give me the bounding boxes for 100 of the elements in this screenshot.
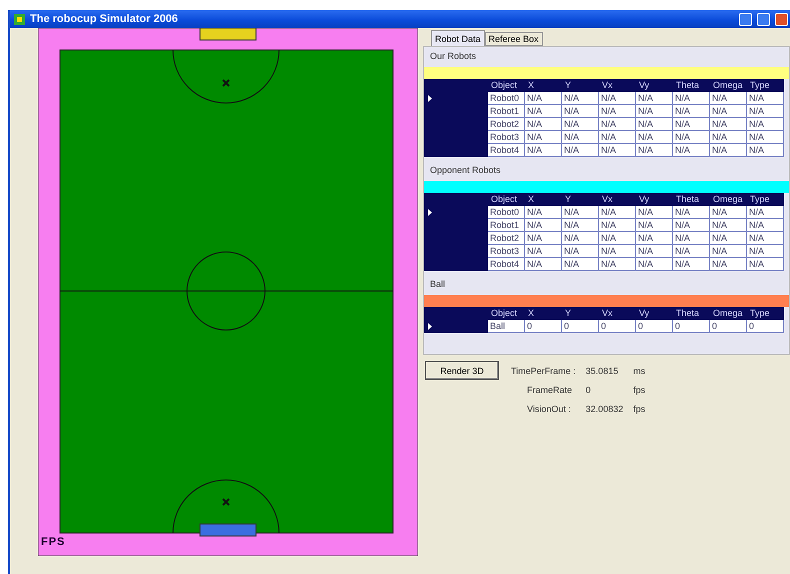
table-cell: Robot3: [488, 245, 525, 258]
tab[interactable]: Referee Box: [484, 32, 543, 46]
column-header: Type: [748, 307, 770, 320]
table-cell: N/A: [524, 206, 562, 219]
table-cell: N/A: [598, 144, 636, 157]
column-header: Object: [490, 193, 518, 206]
table-cell: N/A: [524, 118, 562, 131]
column-header: Theta: [674, 79, 700, 92]
column-header: Vx: [600, 307, 614, 320]
table-cell: N/A: [598, 118, 636, 131]
table-cell: 0: [524, 320, 562, 333]
column-header: X: [526, 193, 535, 206]
table-cell: N/A: [710, 92, 747, 105]
table-cell: N/A: [636, 92, 673, 105]
table-cell: N/A: [598, 206, 636, 219]
column-header: X: [526, 79, 535, 92]
table-cell: N/A: [598, 258, 636, 271]
column-header: Y: [564, 307, 572, 320]
table-cell: N/A: [598, 219, 636, 232]
table-cell: N/A: [672, 92, 710, 105]
table-cell: Robot0: [488, 92, 525, 105]
table-cell: N/A: [672, 144, 710, 157]
table-cell: N/A: [598, 232, 636, 245]
table-cell: Robot0: [488, 206, 525, 219]
table-cell: N/A: [710, 258, 747, 271]
table-cell: Robot1: [488, 105, 525, 118]
column-header: Y: [564, 193, 572, 206]
table-cell: N/A: [562, 131, 599, 144]
table-cell: Robot4: [488, 144, 525, 157]
column-header: Theta: [674, 307, 700, 320]
table-cell: N/A: [710, 118, 747, 131]
column-header: Vy: [638, 193, 650, 206]
window-title: The robocup Simulator 2006: [30, 13, 179, 25]
column-header: Object: [490, 307, 518, 320]
column-header: X: [526, 307, 535, 320]
table-cell: N/A: [636, 131, 673, 144]
table-cell: N/A: [636, 219, 673, 232]
table-cell: N/A: [562, 219, 599, 232]
table-cell: N/A: [524, 258, 562, 271]
table-cell: N/A: [710, 144, 747, 157]
table-cell: N/A: [562, 118, 599, 131]
close-icon[interactable]: [775, 12, 788, 26]
table-cell: N/A: [598, 105, 636, 118]
table-cell: N/A: [672, 245, 710, 258]
section-title: Ball: [428, 278, 446, 291]
table-cell: N/A: [562, 92, 599, 105]
column-header: Vx: [600, 193, 614, 206]
table-cell: N/A: [524, 92, 562, 105]
table-cell: N/A: [672, 232, 710, 245]
table-cell: N/A: [562, 232, 599, 245]
stat-value: 32.00832: [586, 404, 624, 414]
section-title: Opponent Robots: [428, 164, 502, 177]
column-header: Type: [748, 79, 770, 92]
tab[interactable]: Robot Data: [430, 30, 485, 46]
table-cell: N/A: [524, 245, 562, 258]
table-cell: N/A: [524, 144, 562, 157]
stat-label: FrameRate: [526, 385, 573, 395]
section-title: Our Robots: [428, 50, 478, 63]
column-header: Type: [748, 193, 770, 206]
table-cell: N/A: [562, 245, 599, 258]
column-header: Vx: [600, 79, 614, 92]
table-cell: N/A: [524, 131, 562, 144]
column-header: Theta: [674, 193, 700, 206]
maximize-icon[interactable]: [757, 12, 770, 26]
stat-unit: fps: [633, 385, 646, 395]
column-header: Vy: [638, 307, 650, 320]
table-cell: N/A: [562, 105, 599, 118]
table-cell: N/A: [746, 131, 784, 144]
table-cell: Robot2: [488, 118, 525, 131]
table-cell: N/A: [636, 206, 673, 219]
table-cell: N/A: [710, 232, 747, 245]
table-cell: Robot3: [488, 131, 525, 144]
table-cell: N/A: [524, 105, 562, 118]
table-cell: N/A: [598, 131, 636, 144]
stat-unit: fps: [633, 404, 646, 414]
table-cell: 0: [562, 320, 599, 333]
render-button[interactable]: Render 3D: [424, 361, 499, 380]
column-header: Omega: [712, 193, 744, 206]
table-cell: N/A: [746, 245, 784, 258]
minimize-icon[interactable]: [739, 12, 752, 26]
table-cell: N/A: [746, 92, 784, 105]
table-cell: N/A: [710, 245, 747, 258]
table-cell: Robot4: [488, 258, 525, 271]
table-cell: N/A: [562, 206, 599, 219]
table-cell: N/A: [636, 245, 673, 258]
table-cell: N/A: [636, 118, 673, 131]
table-cell: N/A: [710, 131, 747, 144]
table-cell: N/A: [746, 258, 784, 271]
table-cell: N/A: [672, 118, 710, 131]
table-cell: 0: [636, 320, 673, 333]
table-cell: N/A: [710, 105, 747, 118]
table-cell: N/A: [636, 105, 673, 118]
table-cell: N/A: [672, 131, 710, 144]
table-cell: N/A: [746, 232, 784, 245]
table-cell: N/A: [672, 206, 710, 219]
column-header: Vy: [638, 79, 650, 92]
column-header: Omega: [712, 79, 744, 92]
app-icon: [14, 14, 25, 24]
table-cell: N/A: [672, 258, 710, 271]
column-header: Object: [490, 79, 518, 92]
